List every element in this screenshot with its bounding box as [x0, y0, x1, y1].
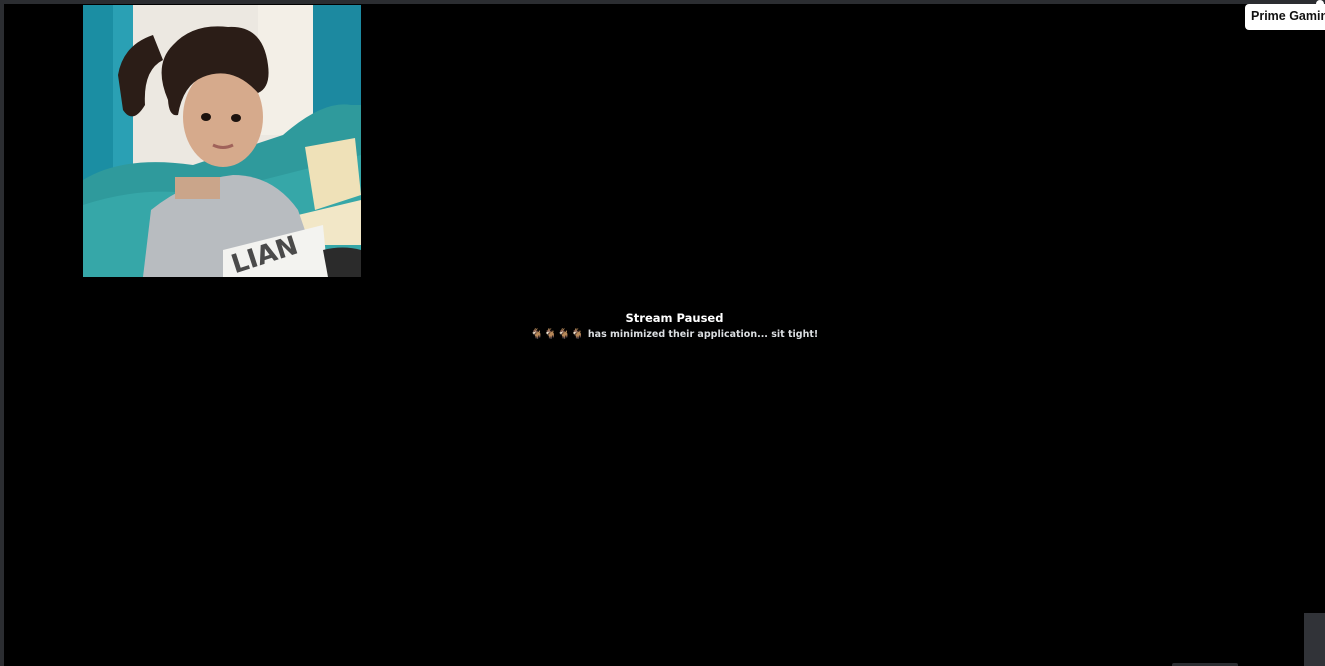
user-avatar-image: LIAN — [83, 5, 361, 277]
goat-icon: 🐐 — [571, 329, 584, 340]
scroll-handle[interactable] — [1304, 613, 1325, 666]
goat-icon: 🐐 — [557, 329, 571, 340]
tooltip-prime-gaming: Prime Gamin — [1245, 4, 1325, 30]
stream-paused-title: Stream Paused — [625, 311, 724, 325]
stream-paused-notice: Stream Paused 🐐🐐🐐🐐 has minimized their a… — [0, 310, 1325, 342]
stream-paused-message: 🐐🐐🐐🐐 has minimized their application... … — [0, 328, 1325, 342]
username-goat-icons: 🐐🐐🐐🐐 — [531, 329, 588, 340]
goat-icon: 🐐 — [530, 329, 544, 340]
goat-icon: 🐐 — [544, 329, 557, 340]
paused-message-text: has minimized their application... sit t… — [587, 329, 819, 340]
